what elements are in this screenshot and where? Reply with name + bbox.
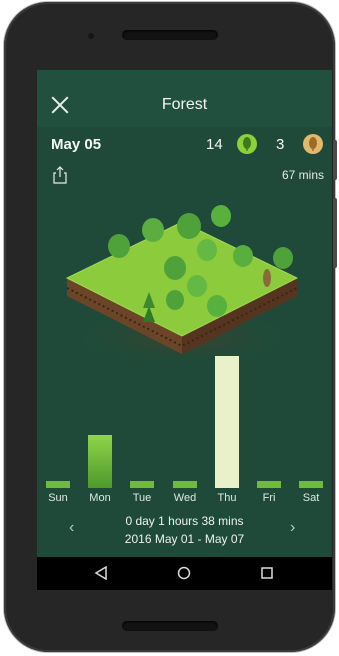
dead-tree-badge-icon — [303, 134, 323, 154]
app-screen: Forest May 05 14 3 67 mins ‹ › 0 day 1 h… — [37, 70, 332, 590]
bar-sun — [46, 481, 70, 488]
bottom-speaker — [122, 621, 218, 631]
home-icon[interactable] — [177, 566, 191, 580]
volume-button — [333, 140, 337, 180]
recents-icon[interactable] — [260, 566, 274, 580]
day-label-tue: Tue — [132, 492, 152, 504]
phone-frame: Forest May 05 14 3 67 mins ‹ › 0 day 1 h… — [4, 2, 337, 652]
day-label-mon: Mon — [89, 492, 111, 504]
bar-sat — [299, 481, 323, 488]
total-focus-time: 67 mins — [281, 168, 324, 182]
day-label-fri: Fri — [262, 492, 276, 504]
bar-fri — [257, 481, 281, 488]
bar-mon — [88, 435, 112, 488]
page-title: Forest — [161, 96, 208, 113]
weekly-bar-chart — [37, 335, 332, 488]
android-navigation-bar — [37, 557, 332, 590]
date-label: May 05 — [51, 136, 102, 153]
share-icon[interactable] — [53, 166, 67, 184]
day-label-sat: Sat — [302, 492, 320, 504]
back-icon[interactable] — [94, 566, 108, 580]
day-label-sun: Sun — [48, 492, 68, 504]
top-bar: Forest — [37, 70, 332, 127]
day-label-thu: Thu — [217, 492, 237, 504]
power-button — [333, 198, 337, 268]
bar-thu — [215, 356, 239, 488]
bar-tue — [130, 481, 154, 488]
earpiece-speaker — [122, 30, 218, 40]
front-camera — [88, 33, 94, 39]
week-total-duration: 0 day 1 hours 38 mins — [125, 514, 244, 528]
week-date-range: 2016 May 01 - May 07 — [124, 532, 245, 546]
day-label-wed: Wed — [173, 492, 197, 504]
dead-trees-count: 3 — [276, 136, 285, 153]
trees-count: 14 — [206, 136, 223, 153]
tree-badge-icon — [237, 134, 257, 154]
bar-wed — [173, 481, 197, 488]
